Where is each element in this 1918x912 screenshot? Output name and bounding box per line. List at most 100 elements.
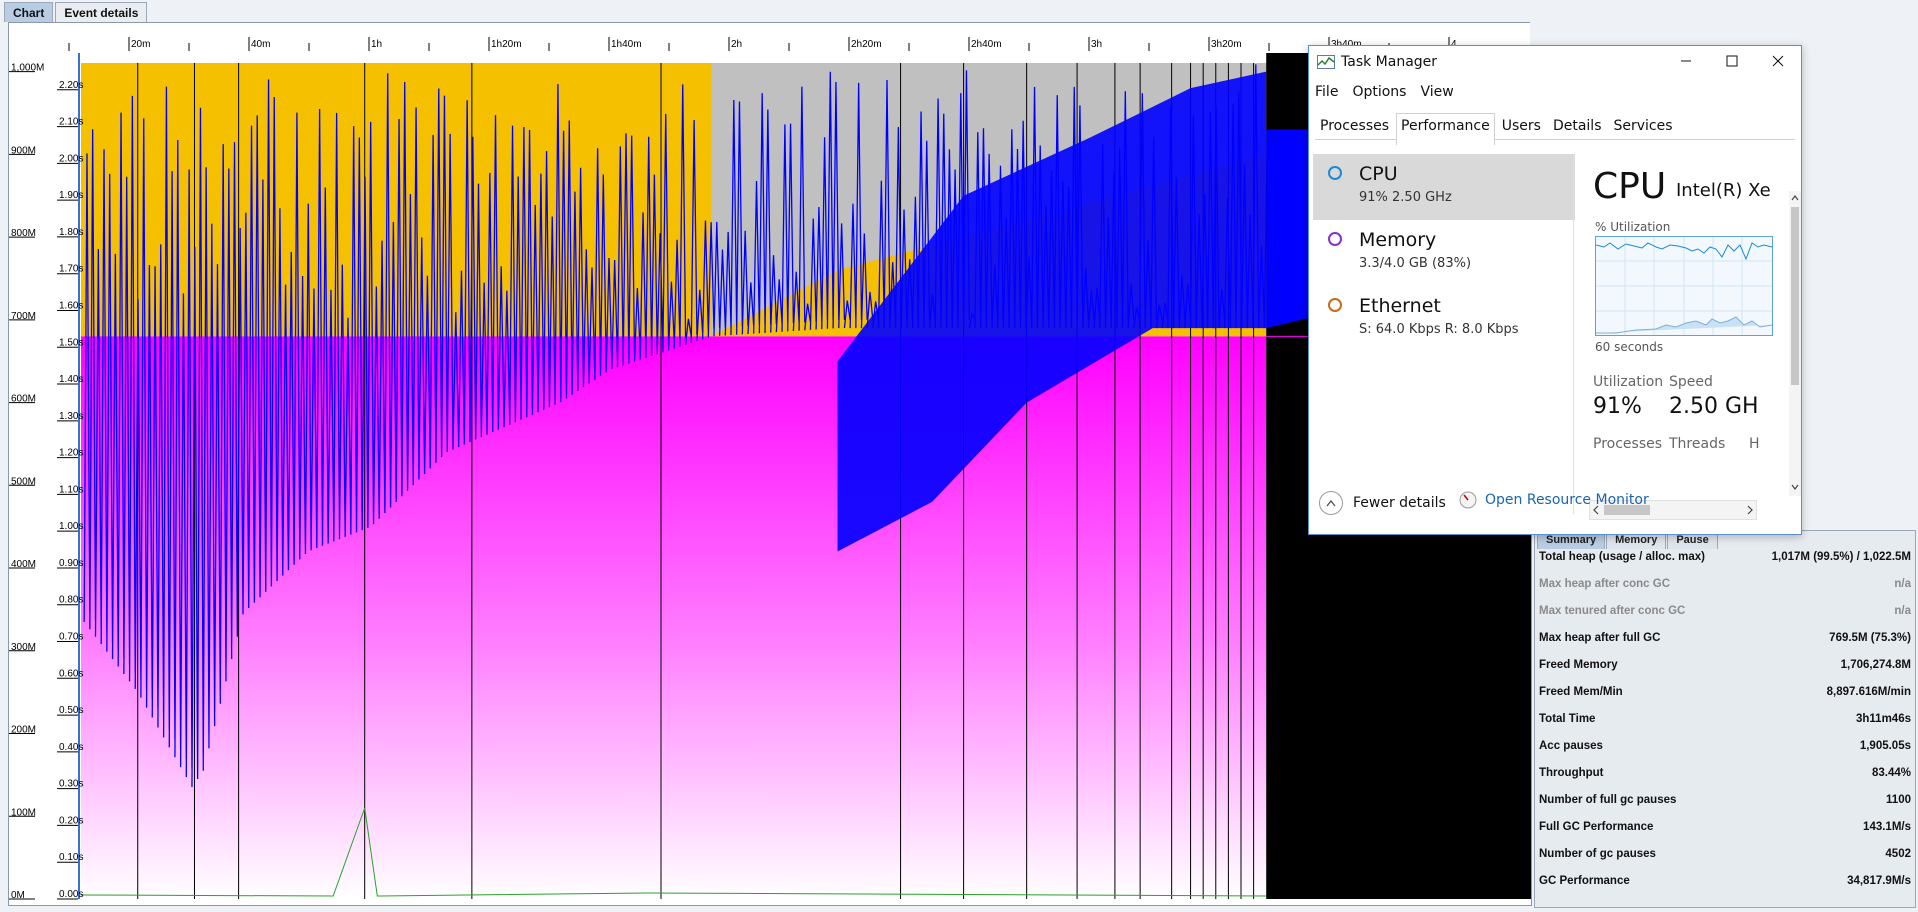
- open-resource-monitor-link[interactable]: Open Resource Monitor: [1459, 491, 1649, 509]
- pause-tick-label: 0.80s: [59, 595, 83, 606]
- window-title: Task Manager: [1341, 54, 1438, 70]
- pause-tick-label: 0.60s: [59, 668, 83, 679]
- resource-detail: S: 64.0 Kbps R: 8.0 Kbps: [1359, 322, 1519, 337]
- task-manager-tabs: Processes Performance Users Details Serv…: [1315, 113, 1795, 145]
- summary-value: 1,706,274.8M: [1840, 659, 1911, 671]
- pause-tick-label: 0.50s: [59, 705, 83, 716]
- summary-panel: Summary Memory Pause Total heap (usage /…: [1534, 530, 1916, 908]
- summary-row: Max tenured after conc GC n/a: [1535, 605, 1915, 632]
- speed-label: Speed: [1669, 374, 1713, 390]
- memory-tick-label: 500M: [11, 476, 36, 487]
- pause-tick-label: 0.20s: [59, 815, 83, 826]
- summary-label: Total Time: [1539, 713, 1596, 725]
- pause-tick-label: 1.10s: [59, 484, 83, 495]
- chevron-up-icon: [1319, 491, 1343, 515]
- resource-detail: 3.3/4.0 GB (83%): [1359, 256, 1472, 271]
- resource-name: Ethernet: [1359, 295, 1441, 317]
- summary-label: Throughput: [1539, 767, 1604, 779]
- tab-processes[interactable]: Processes: [1315, 113, 1394, 139]
- time-tick-label: 1h20m: [491, 39, 522, 50]
- tab-performance[interactable]: Performance: [1396, 113, 1495, 145]
- task-manager-window: Task Manager File Options View Processes…: [1308, 45, 1802, 535]
- summary-row: Total Time 3h11m46s: [1535, 713, 1915, 740]
- summary-label: Total heap (usage / alloc. max): [1539, 551, 1705, 563]
- time-tick-label: 3h20m: [1211, 39, 1242, 50]
- summary-row: Freed Memory 1,706,274.8M: [1535, 659, 1915, 686]
- menu-bar: File Options View: [1315, 84, 1468, 100]
- menu-file[interactable]: File: [1315, 84, 1338, 100]
- summary-value: 34,817.9M/s: [1847, 875, 1911, 887]
- pause-tick-label: 1.50s: [59, 337, 83, 348]
- time-tick-label: 40m: [251, 39, 270, 50]
- tab-users[interactable]: Users: [1497, 113, 1546, 139]
- cpu-graph-svg: [1595, 237, 1773, 335]
- processes-label: Processes: [1593, 436, 1663, 452]
- resource-name: CPU: [1359, 163, 1398, 185]
- time-tick-label: 3h: [1091, 39, 1102, 50]
- memory-tick-label: 1,000M: [11, 63, 44, 74]
- close-button[interactable]: [1755, 46, 1801, 76]
- speed-value: 2.50 GH: [1669, 394, 1759, 419]
- memory-status-icon: [1328, 232, 1342, 246]
- resource-memory[interactable]: Memory 3.3/4.0 GB (83%): [1313, 220, 1575, 286]
- menu-options[interactable]: Options: [1352, 84, 1406, 100]
- summary-table: Total heap (usage / alloc. max) 1,017M (9…: [1535, 551, 1915, 902]
- pause-tick-label: 2.10s: [59, 117, 83, 128]
- pause-tick-label: 1.60s: [59, 300, 83, 311]
- resource-cpu[interactable]: CPU 91% 2.50 GHz: [1313, 154, 1575, 220]
- pause-tick-label: 0.70s: [59, 632, 83, 643]
- summary-row: Total heap (usage / alloc. max) 1,017M (9…: [1535, 551, 1915, 578]
- menu-view[interactable]: View: [1420, 84, 1453, 100]
- summary-row: Max heap after full GC 769.5M (75.3%): [1535, 632, 1915, 659]
- tab-event-details[interactable]: Event details: [55, 2, 148, 22]
- summary-row: Acc pauses 1,905.05s: [1535, 740, 1915, 767]
- summary-label: Max tenured after conc GC: [1539, 605, 1686, 617]
- gc-chart-svg: 20m40m1h1h20m1h40m2h2h20m2h40m3h3h20m3h4…: [9, 23, 1531, 905]
- title-bar[interactable]: Task Manager: [1309, 46, 1801, 78]
- resource-name: Memory: [1359, 229, 1437, 251]
- gc-chart[interactable]: 20m40m1h1h20m1h40m2h2h20m2h40m3h3h20m3h4…: [8, 22, 1532, 906]
- pause-tick-label: 1.80s: [59, 227, 83, 238]
- gcviewer-tabs: Chart Event details: [4, 2, 149, 22]
- time-tick-label: 2h20m: [851, 39, 882, 50]
- handles-label: H: [1749, 436, 1760, 452]
- time-tick-label: 2h: [731, 39, 742, 50]
- resource-monitor-icon: [1459, 491, 1477, 509]
- summary-label: Acc pauses: [1539, 740, 1603, 752]
- summary-value: 4502: [1885, 848, 1911, 860]
- tab-services[interactable]: Services: [1609, 113, 1678, 139]
- resource-detail: 91% 2.50 GHz: [1359, 190, 1452, 205]
- resource-ethernet[interactable]: Ethernet S: 64.0 Kbps R: 8.0 Kbps: [1313, 286, 1575, 352]
- graph-duration-label: 60 seconds: [1595, 340, 1664, 354]
- maximize-icon: [1726, 55, 1738, 67]
- tab-chart[interactable]: Chart: [4, 2, 54, 22]
- memory-tick-label: 700M: [11, 311, 36, 322]
- cpu-heading: CPU: [1593, 166, 1667, 207]
- summary-value: n/a: [1894, 605, 1911, 617]
- vertical-scrollbar[interactable]: [1789, 191, 1801, 496]
- pause-tick-label: 0.30s: [59, 779, 83, 790]
- memory-tick-label: 900M: [11, 145, 36, 156]
- utilization-label: Utilization: [1593, 374, 1664, 390]
- pause-tick-label: 0.10s: [59, 852, 83, 863]
- memory-tick-label: 100M: [11, 807, 36, 818]
- time-tick-label: 2h40m: [971, 39, 1002, 50]
- minimize-button[interactable]: [1663, 46, 1709, 76]
- close-icon: [1772, 55, 1784, 67]
- summary-value: 8,897.616M/min: [1826, 686, 1911, 698]
- pause-tick-label: 1.40s: [59, 374, 83, 385]
- summary-value: 1,905.05s: [1859, 740, 1911, 752]
- tab-details[interactable]: Details: [1548, 113, 1607, 139]
- summary-row: Max heap after conc GC n/a: [1535, 578, 1915, 605]
- summary-label: Max heap after full GC: [1539, 632, 1661, 644]
- pause-tick-label: 0.40s: [59, 742, 83, 753]
- memory-tick-label: 200M: [11, 725, 36, 736]
- summary-row: Full GC Performance 143.1M/s: [1535, 821, 1915, 848]
- fewer-details-label: Fewer details: [1353, 495, 1446, 511]
- cpu-detail-pane: CPU Intel(R) Xe % Utilization 60 seconds…: [1589, 154, 1774, 510]
- memory-tick-label: 300M: [11, 642, 36, 653]
- fewer-details-button[interactable]: Fewer details: [1319, 491, 1446, 515]
- summary-label: Number of gc pauses: [1539, 848, 1656, 860]
- summary-row: Throughput 83.44%: [1535, 767, 1915, 794]
- maximize-button[interactable]: [1709, 46, 1755, 76]
